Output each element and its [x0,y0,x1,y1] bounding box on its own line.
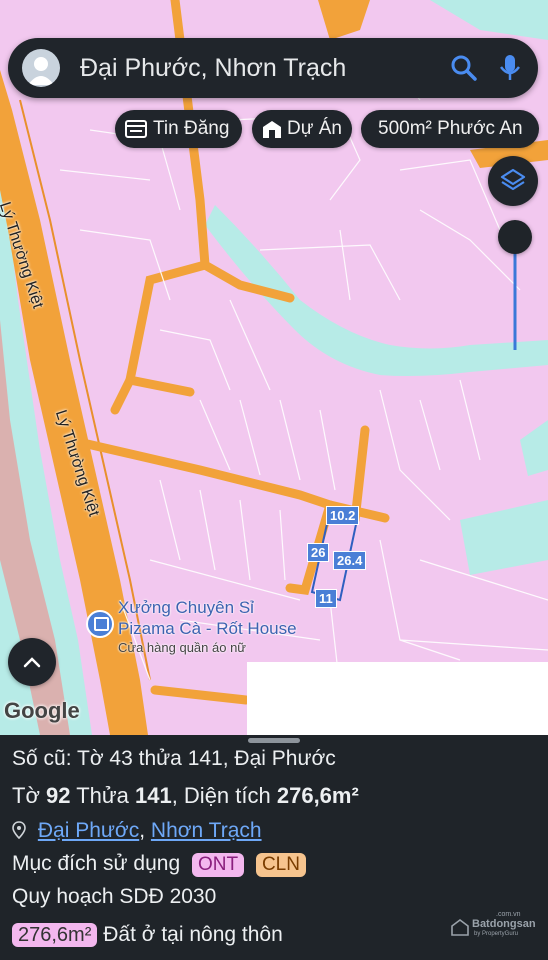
parcel-number: 141 [134,783,172,808]
poi-marker[interactable] [86,610,114,638]
search-input[interactable]: Đại Phước, Nhơn Trạch [80,54,346,83]
poi-name[interactable]: Xưởng Chuyên Sỉ [118,598,254,618]
plan-row: 276,6m² Đất ở tại nông thôn [12,923,283,947]
ward-link[interactable]: Đại Phước [38,819,139,842]
shopping-bag-icon [94,617,109,631]
location-pin-icon [12,821,26,840]
chevron-up-icon [23,657,41,668]
voice-search-button[interactable] [494,52,526,84]
purpose-tag-cln[interactable]: CLN [255,853,306,877]
dimension-label: 11 [315,589,337,608]
location-row: Đại Phước, Nhơn Trạch [12,819,262,843]
plan-label: Quy hoạch SDĐ 2030 [12,885,217,908]
district-link[interactable]: Nhơn Trạch [151,819,262,842]
microphone-icon [500,55,520,80]
sheet-number: 92 [46,783,71,808]
drag-handle[interactable] [248,738,300,743]
purpose-row: Mục đích sử dụng ONT CLN [12,852,306,877]
parcel-label: Thửa [76,783,129,808]
brand-domain: .com.vn [496,911,521,918]
search-icon [451,55,477,81]
chip-label: Tin Đăng [153,118,230,139]
separator: , [139,819,146,842]
news-icon [125,120,147,138]
dimension-label: 26 [307,543,330,562]
area-label: , Diện tích [171,783,271,808]
search-button[interactable] [448,52,480,84]
poi-category: Cửa hàng quần áo nữ [118,640,247,655]
brand-logo-icon [451,919,469,936]
area-value: 276,6m² [276,783,359,808]
purpose-tag-ont[interactable]: ONT [192,853,245,877]
old-record: Số cũ: Tờ 43 thửa 141, Đại Phước [12,747,336,770]
chip-label: Dự Án [287,118,342,139]
sheet-label: Tờ [12,783,40,808]
plan-area-badge: 276,6m² [12,923,98,947]
map-blank-area [247,662,548,735]
brand-name: Batdongsan [472,918,536,930]
google-logo: Google [4,698,80,723]
user-icon [28,57,54,85]
layers-icon [500,168,526,191]
parcel-summary: Tờ 92 Thửa 141, Diện tích 276,6m² [12,783,359,809]
dimension-label: 10.2 [326,506,360,525]
poi-name[interactable]: Pizama Cà - Rốt House [118,619,297,639]
collapse-up-button[interactable] [8,638,56,686]
plan-description: Đất ở tại nông thôn [103,923,283,946]
avatar[interactable] [22,49,60,87]
chip-projects[interactable]: Dự Án [252,110,352,148]
zoom-slider-handle[interactable] [498,220,532,254]
purpose-label: Mục đích sử dụng [12,852,181,875]
chip-label: 500m² Phước An [378,118,523,139]
dimension-label: 26.4 [333,551,367,570]
chip-saved-search[interactable]: 500m² Phước An [361,110,539,148]
search-bar[interactable]: Đại Phước, Nhơn Trạch [8,38,538,98]
building-icon [263,121,281,138]
brand-sub: by PropertyGuru [474,931,519,937]
layers-button[interactable] [488,156,538,206]
chip-news[interactable]: Tin Đăng [115,110,242,148]
parcel-info-panel[interactable]: Số cũ: Tờ 43 thửa 141, Đại Phước Tờ 92 T… [0,735,548,960]
